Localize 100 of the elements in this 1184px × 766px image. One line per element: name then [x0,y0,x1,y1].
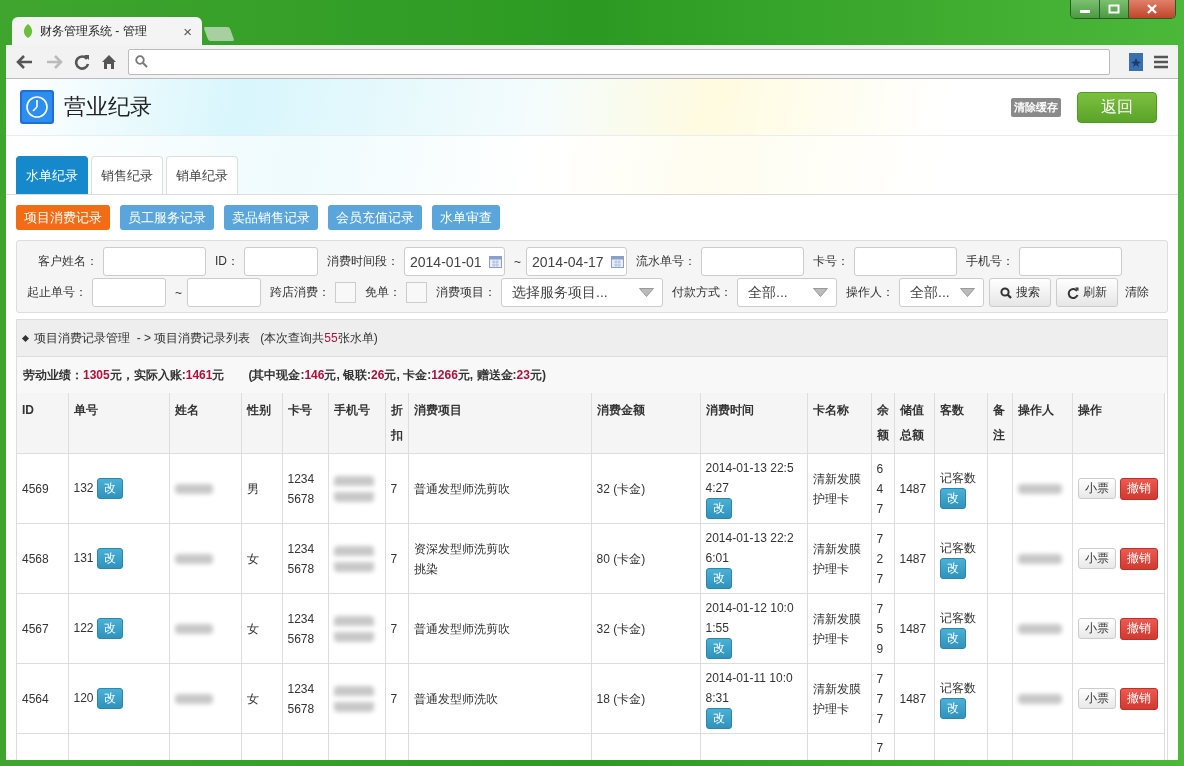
edit-button[interactable]: 改 [939,558,966,579]
maximize-button[interactable] [1100,0,1129,18]
refresh-button[interactable]: 刷新 [1056,278,1118,307]
edit-button[interactable]: 改 [96,688,123,710]
table-cell: 131 [73,550,94,565]
dropdown[interactable]: 全部... [899,278,984,307]
column-header: 卡号 [282,393,328,454]
date-field[interactable]: 2014-01-01 [404,247,505,276]
subnav-button[interactable]: 会员充值记录 [328,205,422,230]
input-field[interactable] [1019,247,1122,276]
column-header: 单号 [68,393,169,454]
new-tab-button[interactable] [203,27,235,41]
column-header: 客数 [934,393,987,454]
table-cell: 7 [385,523,408,594]
receipt-button[interactable]: 小票 [1077,617,1116,639]
input-field[interactable] [103,247,206,276]
receipt-button[interactable]: 小票 [1077,687,1116,709]
blurred-text [174,553,213,564]
receipt-button[interactable]: 小票 [1077,477,1116,499]
back-button[interactable]: 返回 [1077,91,1157,123]
table-cell-text: 普通发型师洗吹 [413,690,499,708]
subnav-button[interactable]: 卖品销售记录 [224,205,318,230]
address-bar[interactable] [128,48,1110,75]
blurred-text [174,623,213,634]
bookmark-icon[interactable] [1129,52,1143,71]
clear-cache-button[interactable]: 清除缓存 [1011,97,1061,117]
column-header: 储值总额 [894,393,934,454]
tab[interactable]: 水单纪录 [16,156,88,194]
field-label: 客户姓名： [38,253,98,270]
edit-button[interactable]: 改 [705,638,732,659]
table-cell-text: 2014-01-13 22:54:27 [705,460,795,497]
blurred-text [333,615,374,642]
refresh-icon [1067,286,1079,299]
table-cell-text: 记客数 [939,610,976,627]
subnav-button[interactable]: 员工服务记录 [120,205,214,230]
table-cell: 7 [385,593,408,664]
blurred-text [1017,623,1062,634]
edit-button[interactable]: 改 [96,618,123,640]
edit-button[interactable]: 改 [705,498,732,519]
column-header: 折扣 [385,393,408,454]
input-field[interactable] [92,278,166,307]
reload-icon[interactable] [74,53,90,70]
table-cell-text: 777 [876,670,885,728]
table-cell: 7 [385,453,408,524]
table-cell-text: 1234 5678 [287,680,316,718]
edit-button[interactable]: 改 [96,478,123,500]
input-field[interactable] [701,247,804,276]
subnav-button[interactable]: 项目消费记录 [16,205,110,230]
edit-button[interactable]: 改 [96,548,123,570]
checkbox[interactable] [406,282,427,303]
column-header: 消费项目 [408,393,591,454]
edit-button[interactable]: 改 [939,698,966,719]
back-icon[interactable] [16,53,34,70]
revoke-button[interactable]: 撤销 [1119,547,1158,570]
edit-button[interactable]: 改 [705,708,732,729]
edit-button[interactable]: 改 [939,628,966,649]
table-cell: 女 [241,663,282,734]
field-label: 流水单号： [636,253,696,270]
dropdown[interactable]: 全部... [737,278,837,307]
table-cell-text: 2014-01-12 10:01:55 [705,600,795,637]
bullet-icon [21,334,30,342]
tab[interactable]: 销售纪录 [91,156,163,194]
date-field[interactable]: 2014-04-17 [526,247,627,276]
edit-button[interactable]: 改 [939,488,966,509]
revoke-button[interactable]: 撤销 [1119,477,1158,500]
table-cell: 32 (卡金) [591,453,700,524]
dropdown[interactable]: 选择服务项目... [501,278,663,307]
table-cell-text: 1234 5678 [287,610,316,648]
forward-icon[interactable] [45,53,63,70]
field-label: 操作人： [846,284,894,301]
field-label: 付款方式： [672,284,732,301]
receipt-button[interactable]: 小票 [1077,547,1116,569]
table-cell: 4567 [17,593,68,664]
revoke-button[interactable]: 撤销 [1119,687,1158,710]
table-cell-text: 清新发膜护理卡 [812,470,862,508]
input-field[interactable] [244,247,318,276]
menu-icon[interactable] [1154,54,1168,69]
browser-tab[interactable]: 财务管理系统 - 管理 × [12,17,202,45]
search-button[interactable]: 搜索 [989,278,1051,307]
minimize-button[interactable] [1071,0,1100,18]
field-label: ID： [215,253,239,270]
home-icon[interactable] [101,53,117,70]
caret-icon [813,288,828,297]
clear-link[interactable]: 清除 [1125,284,1149,301]
checkbox[interactable] [335,282,356,303]
close-window-button[interactable] [1129,0,1175,18]
input-field[interactable] [187,278,261,307]
search-icon [135,55,148,68]
subnav-button[interactable]: 水单审查 [432,205,500,230]
close-icon[interactable]: × [183,22,192,40]
revoke-button[interactable]: 撤销 [1119,617,1158,640]
table-cell-text: 2014-01-11 10:08:31 [705,670,794,707]
field-label: 消费项目： [436,284,496,301]
breakdown-text: (其中现金:146元, 银联:26元, 卡金:1266元, 赠送金:23元) [248,366,546,384]
input-field[interactable] [854,247,957,276]
tab[interactable]: 销单纪录 [166,156,238,194]
table-cell-text: 1234 5678 [287,540,316,578]
table-cell: 女 [241,593,282,664]
table-cell: 132 [73,480,94,495]
edit-button[interactable]: 改 [705,568,732,589]
